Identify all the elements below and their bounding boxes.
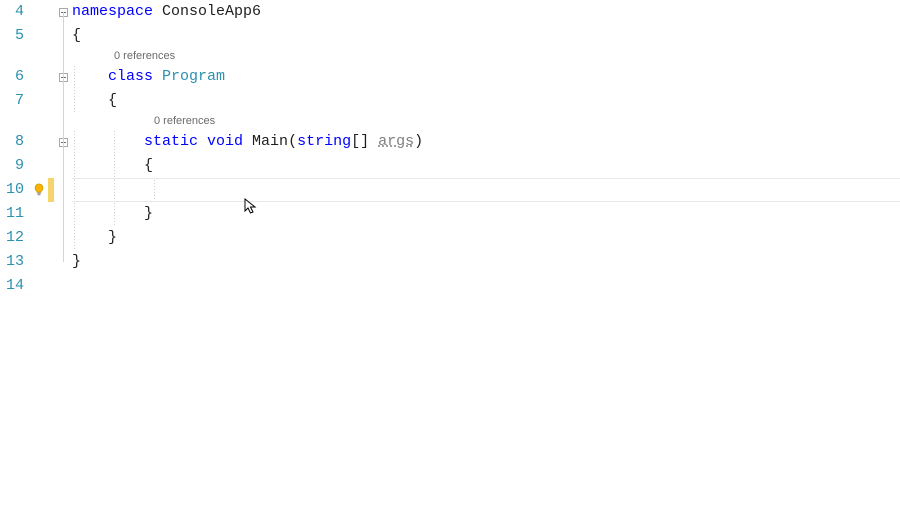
code-line[interactable]: class Program (72, 65, 900, 89)
keyword-static: static (144, 133, 198, 150)
line-number: 9 (0, 154, 24, 178)
code-line[interactable]: static void Main(string[] args) (72, 130, 900, 154)
namespace-name: ConsoleApp6 (153, 3, 261, 20)
brace: } (72, 253, 81, 270)
keyword-string: string (297, 133, 351, 150)
code-line[interactable]: { (72, 89, 900, 113)
line-number: 6 (0, 65, 24, 89)
outlining-margin[interactable] (54, 0, 72, 298)
class-name: Program (153, 68, 225, 85)
keyword-void: void (198, 133, 243, 150)
line-number: 11 (0, 202, 24, 226)
codelens-references[interactable]: 0 references (72, 48, 900, 65)
code-line[interactable]: namespace ConsoleApp6 (72, 0, 900, 24)
brace: { (108, 92, 117, 109)
brace: { (72, 27, 81, 44)
line-number-gutter: 4 5 6 7 8 9 10 11 12 13 14 (0, 0, 30, 298)
line-number: 10 (0, 178, 24, 202)
code-line-current[interactable] (72, 178, 900, 202)
line-number: 13 (0, 250, 24, 274)
keyword-class: class (108, 68, 153, 85)
line-number: 4 (0, 0, 24, 24)
method-name: Main (243, 133, 288, 150)
code-line[interactable]: { (72, 24, 900, 48)
line-number: 5 (0, 24, 24, 48)
line-number: 8 (0, 130, 24, 154)
line-number: 7 (0, 89, 24, 113)
line-number: 12 (0, 226, 24, 250)
parameter-args: args (378, 133, 414, 150)
codelens-references[interactable]: 0 references (72, 113, 900, 130)
code-editor[interactable]: 4 5 6 7 8 9 10 11 12 13 14 (0, 0, 900, 298)
brace: { (144, 157, 153, 174)
brace: } (108, 229, 117, 246)
glyph-margin (30, 0, 48, 298)
brace: } (144, 205, 153, 222)
lightbulb-icon[interactable] (30, 178, 48, 202)
code-line[interactable]: { (72, 154, 900, 178)
code-line[interactable]: } (72, 202, 900, 226)
code-line[interactable]: } (72, 226, 900, 250)
code-line[interactable] (72, 274, 900, 298)
code-line[interactable]: } (72, 250, 900, 274)
code-text-area[interactable]: namespace ConsoleApp6 { 0 references cla… (72, 0, 900, 298)
keyword-namespace: namespace (72, 3, 153, 20)
line-number: 14 (0, 274, 24, 298)
